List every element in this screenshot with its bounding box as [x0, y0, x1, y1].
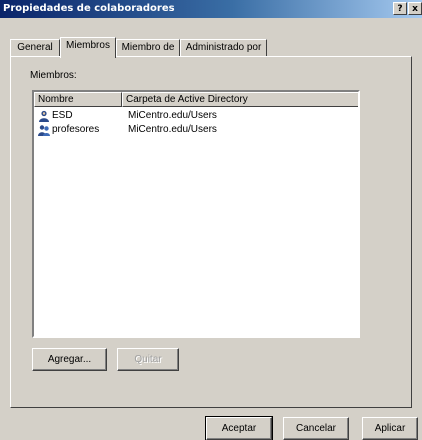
column-header-nombre[interactable]: Nombre: [34, 92, 122, 107]
tab-administrado-por[interactable]: Administrado por: [180, 39, 267, 57]
close-button[interactable]: x: [408, 2, 422, 15]
title-bar[interactable]: Propiedades de colaboradores ? x: [0, 0, 422, 18]
member-name: ESD: [52, 110, 73, 121]
list-item[interactable]: profesores MiCentro.edu/Users: [34, 123, 358, 137]
column-header-carpeta[interactable]: Carpeta de Active Directory: [122, 92, 358, 107]
members-label: Miembros:: [30, 70, 77, 81]
member-path: MiCentro.edu/Users: [128, 124, 217, 135]
cancel-button[interactable]: Cancelar: [283, 417, 349, 440]
add-button[interactable]: Agregar...: [32, 348, 107, 371]
ok-button[interactable]: Aceptar: [205, 416, 273, 440]
user-icon: [38, 110, 50, 122]
tab-miembros[interactable]: Miembros: [60, 37, 116, 58]
list-item[interactable]: ESD MiCentro.edu/Users: [34, 109, 358, 123]
member-path: MiCentro.edu/Users: [128, 110, 217, 121]
help-button[interactable]: ?: [393, 2, 407, 15]
member-name: profesores: [52, 124, 100, 135]
tab-miembro-de[interactable]: Miembro de: [116, 39, 180, 57]
remove-button[interactable]: Quitar: [117, 348, 179, 371]
window-title: Propiedades de colaboradores: [3, 3, 175, 14]
group-icon: [38, 124, 50, 136]
tab-general[interactable]: General: [10, 39, 60, 57]
apply-button[interactable]: Aplicar: [362, 417, 418, 440]
members-list[interactable]: Nombre Carpeta de Active Directory ESD M…: [32, 90, 360, 338]
